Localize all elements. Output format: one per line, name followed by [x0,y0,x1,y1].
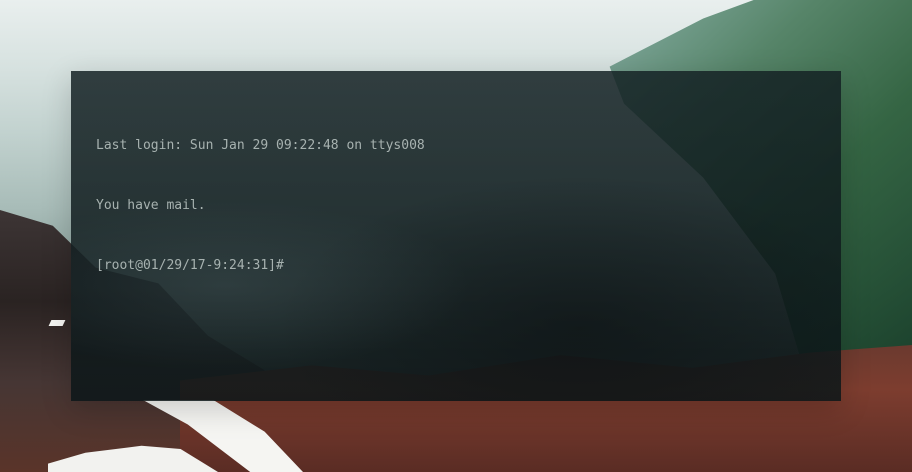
terminal-line-mail: You have mail. [96,198,206,213]
terminal-line-login: Last login: Sun Jan 29 09:22:48 on ttys0… [96,138,425,153]
desktop-background: Last login: Sun Jan 29 09:22:48 on ttys0… [0,0,912,472]
terminal-cursor [284,257,292,271]
snow-patch [48,320,66,326]
terminal-prompt[interactable]: [root@01/29/17-9:24:31]# [96,256,826,276]
terminal-output[interactable]: Last login: Sun Jan 29 09:22:48 on ttys0… [96,96,826,316]
terminal-window[interactable]: Last login: Sun Jan 29 09:22:48 on ttys0… [71,71,841,401]
terminal-prompt-text: [root@01/29/17-9:24:31]# [96,258,284,273]
